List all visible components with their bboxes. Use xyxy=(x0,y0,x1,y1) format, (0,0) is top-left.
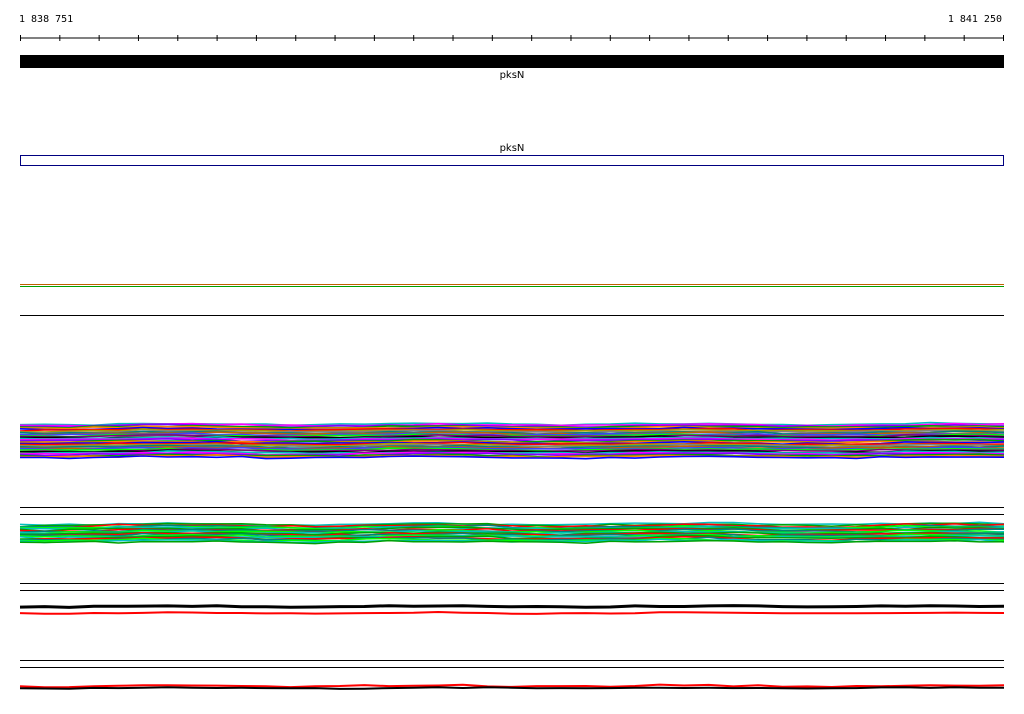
coordinate-ruler xyxy=(20,35,1004,41)
transcript-label: pksN xyxy=(499,143,525,154)
coverage-line-black xyxy=(19,686,1004,690)
genome-tracks-canvas xyxy=(19,35,1005,690)
sample-coverage-line xyxy=(19,539,1005,545)
coverage-track-group-4 xyxy=(19,683,1005,690)
coverage-track-group-2 xyxy=(19,521,1005,545)
coverage-track-group-3 xyxy=(19,604,1005,615)
coverage-line-black xyxy=(19,604,1005,609)
transcript-feature-pksN[interactable] xyxy=(20,155,1004,166)
coverage-line-red xyxy=(19,610,1005,615)
coverage-track-group-1 xyxy=(19,421,1005,460)
gene-feature-pksN[interactable] xyxy=(20,55,1004,68)
gene-label: pksN xyxy=(499,70,525,81)
